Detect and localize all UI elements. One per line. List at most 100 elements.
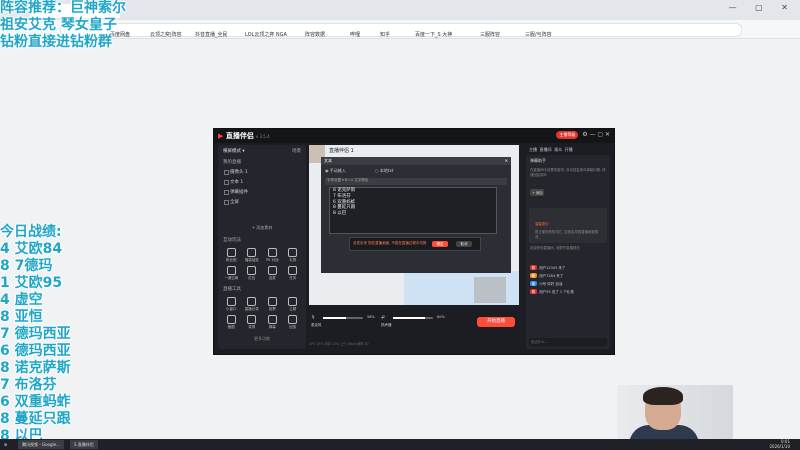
bookmark-item[interactable]: 抖音直播_全民 <box>195 31 228 38</box>
live-tool[interactable]: 主题 <box>284 297 303 312</box>
live-tool[interactable]: 弹幕 <box>263 315 282 330</box>
tool-label: 截图 <box>227 325 235 329</box>
result-line: 8 7德玛 <box>0 258 53 274</box>
tool-label: 红包 <box>248 276 256 280</box>
bookmark-item[interactable]: LOL云顶之弈 NGA <box>245 31 287 38</box>
result-line: 6 德玛西亚 <box>0 343 71 359</box>
text-source-dialog: ◉ 手动输入 ○ 本地txt 字体设置 ▾ B I U 文字颜色 8 诺克萨斯 … <box>321 165 511 273</box>
interact-tool[interactable]: 福袋抽奖 <box>243 248 262 263</box>
radio-label: 手动输入 <box>329 168 346 173</box>
live-tool[interactable]: 小窗口 <box>222 297 241 312</box>
speaker-value: 80% <box>437 315 445 319</box>
app-logo: ▶ 直播伴侣 v 3.5.4 <box>218 131 270 141</box>
result-line: 6 双重蚂蚱 <box>0 394 71 410</box>
taskbar-item[interactable]: S 直播伴侣 <box>70 440 98 449</box>
interact-tool[interactable]: 粉丝团 <box>222 248 241 263</box>
dialog-title: 文本 <box>324 158 332 163</box>
scene-label: 场景 <box>292 149 301 154</box>
tool-label: 回放 <box>289 325 297 329</box>
text-format-toolbar[interactable]: 字体设置 ▾ B I U 文字颜色 <box>325 178 507 185</box>
danmu-text: 用户55 送了 1 个礼物 <box>539 290 574 294</box>
interact-tool[interactable]: 一键召唤 <box>222 266 241 281</box>
bookmark-item[interactable]: 三服阵容 <box>480 31 500 38</box>
preview-scene-label: 直播伴侣 1 <box>329 148 354 154</box>
tab-start[interactable]: 开播 <box>565 147 573 152</box>
window-controls-icon[interactable]: ⚙ — ▢ ✕ <box>582 131 610 138</box>
start-icon[interactable]: ⊞ <box>4 440 7 449</box>
more-tools-button[interactable]: 更多功能 <box>218 333 306 345</box>
tab-room[interactable]: 直播间 <box>540 147 552 152</box>
source-item[interactable]: 全屏 <box>218 197 306 207</box>
speaker-icon[interactable]: 🔊 <box>381 315 385 319</box>
danmu-item: 粉用户12345 来了 <box>526 264 610 272</box>
tool-icon <box>247 248 257 257</box>
sources-title: 我的直播 <box>223 160 241 165</box>
interact-tool[interactable]: 红包 <box>243 266 262 281</box>
source-item[interactable]: 文本 1 <box>218 177 306 187</box>
interact-tool[interactable]: 连麦 <box>263 266 282 281</box>
bookmark-item[interactable]: 三服/与阵容 <box>525 31 552 38</box>
danmu-text: 用户12345 来了 <box>539 266 566 270</box>
overlay-line: 祖安艾克 琴女皇子 <box>0 17 117 33</box>
live-tool[interactable]: 录屏 <box>243 315 262 330</box>
interact-tool[interactable]: 礼物 <box>284 248 303 263</box>
notice-text: 禁止使用低俗词汇, 否则会导致直播间被限流 <box>535 230 599 239</box>
tool-label: 小窗口 <box>226 307 237 311</box>
confirm-button[interactable]: 确定 <box>432 241 448 247</box>
add-keyword-button[interactable]: + 添加 <box>530 189 545 196</box>
danmu-tag: 粉 <box>530 289 538 294</box>
bookmark-item[interactable]: 百度一下_S 大神 <box>415 31 452 38</box>
tool-label: 粉丝团 <box>226 258 237 262</box>
scene-header[interactable]: 横屏模式 ▾ 场景 <box>218 145 306 157</box>
stream-preview[interactable]: 直播伴侣 1 文本 ✕ ◉ 手动输入 ○ 本地txt 字体设置 ▾ B I U 文… <box>309 145 519 305</box>
speaker-slider[interactable] <box>393 317 433 319</box>
bookmark-item[interactable]: 云顶之奕|阵容 <box>150 31 182 38</box>
welcome-text: 欢迎来到直播间, 请遵守直播规范 <box>530 246 580 250</box>
chat-input[interactable]: 说点什么... <box>529 338 607 346</box>
clock: 0:01 2026/1/10 <box>769 439 790 449</box>
taskbar-item[interactable]: 腾讯视频 - Google... <box>18 440 64 449</box>
source-item[interactable]: 摄像头 1 <box>218 167 306 177</box>
tool-icon <box>247 315 257 324</box>
window-controls[interactable]: — ▢ ✕ <box>729 3 796 12</box>
interact-tool[interactable]: 任务 <box>284 266 303 281</box>
tool-label: PK 对战 <box>265 258 279 262</box>
live-tool[interactable]: 直播记录 <box>243 297 262 312</box>
tab-audience[interactable]: 观众 <box>554 147 562 152</box>
text-dialog-titlebar: 文本 ✕ <box>321 157 511 165</box>
tab-anchor[interactable]: 主播 <box>529 147 537 152</box>
tool-label: 一键召唤 <box>224 276 239 280</box>
interact-tool[interactable]: PK 对战 <box>263 248 282 263</box>
taskbar: ⊞ 腾讯视频 - Google... S 直播伴侣 0:01 2026/1/10 <box>0 439 800 450</box>
tool-label: 礼物 <box>289 258 297 262</box>
result-line: 7 布洛芬 <box>0 377 57 393</box>
assistant-title: 弹幕助手 <box>530 158 546 163</box>
left-panel: 横屏模式 ▾ 场景 我的直播 摄像头 1 文本 1 弹幕插件 全屏 + 添加素材 … <box>218 145 306 349</box>
mic-icon[interactable]: 🎙 <box>311 315 315 319</box>
close-icon[interactable]: ✕ <box>505 158 508 163</box>
start-live-button[interactable]: 开始直播 <box>477 317 515 327</box>
anchor-level-button[interactable]: 主播等级 <box>556 131 579 139</box>
bookmark-item[interactable]: 知乎 <box>380 31 390 38</box>
bookmark-item[interactable]: 哔哩 <box>350 31 360 38</box>
radio-manual[interactable]: ◉ 手动输入 <box>325 168 360 173</box>
mic-value: 58% <box>367 315 375 319</box>
cancel-button[interactable]: 取消 <box>456 241 472 247</box>
danmu-tag: 粉 <box>530 273 538 278</box>
scene-mode-dropdown[interactable]: 横屏模式 <box>223 149 241 154</box>
mic-slider[interactable] <box>323 317 363 319</box>
tool-icon <box>247 266 257 275</box>
danmu-text: 小号 你好 加油 <box>539 282 563 286</box>
live-tool[interactable]: 截图 <box>222 315 241 330</box>
bookmark-item[interactable]: 阵容数据 <box>305 31 325 38</box>
notice-label: 温馨提示: <box>535 222 550 226</box>
source-item[interactable]: 弹幕插件 <box>218 187 306 197</box>
tool-icon <box>288 315 298 324</box>
overlay-line: 阵容推荐：巨神索尔 <box>0 0 126 16</box>
tool-label: 直播记录 <box>244 307 259 311</box>
live-tool[interactable]: 回放 <box>284 315 303 330</box>
text-editor[interactable]: 8 诺克萨斯 7 布洛芬 6 双重蚂蚱 8 蔓延只跟 8 以巴 <box>329 187 497 234</box>
live-tool[interactable]: 投票 <box>263 297 282 312</box>
radio-file[interactable]: ○ 本地txt <box>375 168 407 173</box>
add-source-button[interactable]: + 添加素材 <box>218 221 306 235</box>
